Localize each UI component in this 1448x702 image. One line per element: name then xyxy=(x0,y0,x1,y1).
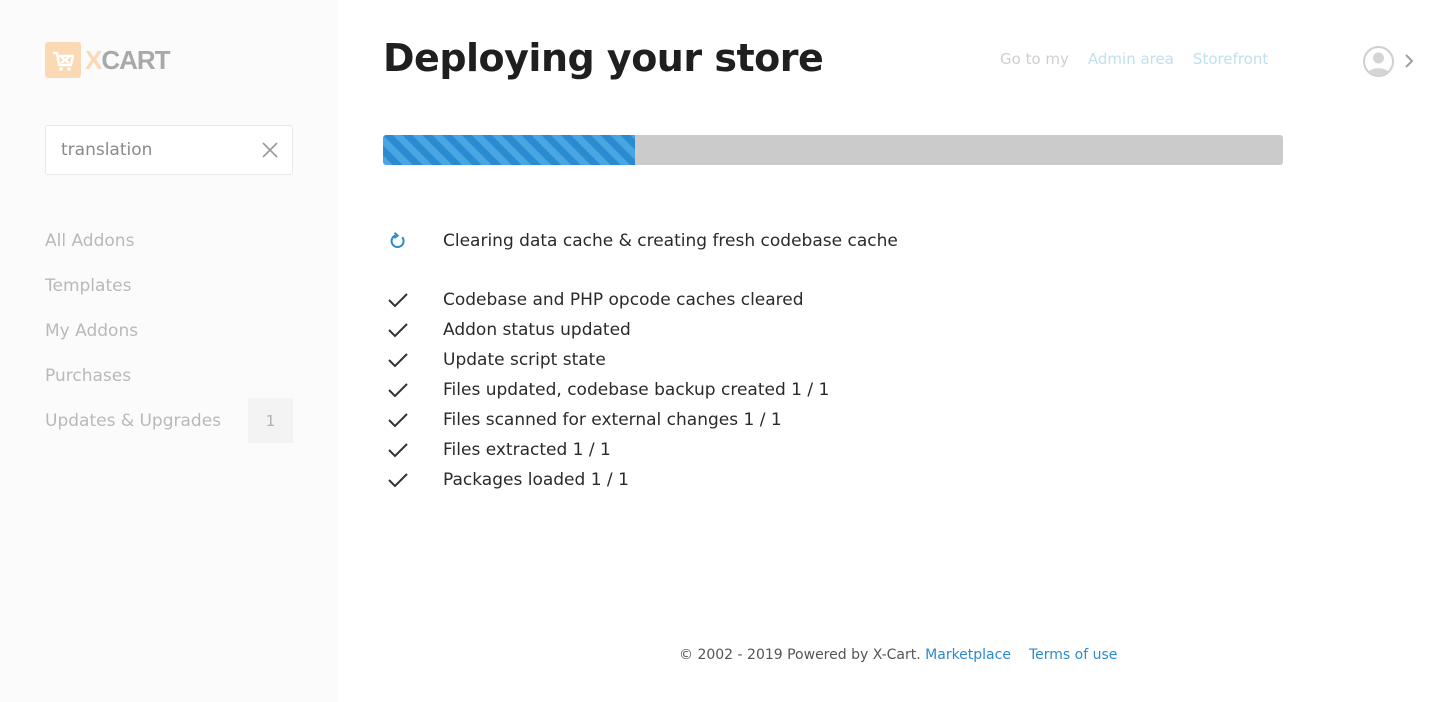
sidebar: XCART All Addons Templates My Addons Pur… xyxy=(0,0,338,702)
chevron-right-icon[interactable] xyxy=(1402,51,1416,71)
completed-step-text: Files extracted 1 / 1 xyxy=(443,440,611,460)
check-icon xyxy=(383,435,413,465)
search-input[interactable] xyxy=(46,126,252,174)
check-icon xyxy=(383,375,413,405)
marketplace-link[interactable]: Marketplace xyxy=(925,647,1011,663)
sidebar-item-label: All Addons xyxy=(45,230,135,251)
close-icon[interactable] xyxy=(260,140,280,160)
sidebar-item-purchases[interactable]: Purchases xyxy=(45,353,293,398)
completed-steps-list: Codebase and PHP opcode caches cleared A… xyxy=(383,285,829,495)
addon-search xyxy=(45,125,293,175)
logo-x: X xyxy=(85,45,102,75)
check-icon xyxy=(383,345,413,375)
completed-step-text: Update script state xyxy=(443,350,606,370)
current-step-text: Clearing data cache & creating fresh cod… xyxy=(443,231,898,251)
completed-step-text: Packages loaded 1 / 1 xyxy=(443,470,629,490)
refresh-icon xyxy=(383,226,413,256)
goto-label: Go to my xyxy=(1000,50,1069,68)
list-item: Packages loaded 1 / 1 xyxy=(383,465,829,495)
progress-fill xyxy=(383,135,635,165)
cart-logo-icon xyxy=(45,42,81,78)
completed-step-text: Files updated, codebase backup created 1… xyxy=(443,380,830,400)
check-icon xyxy=(383,315,413,345)
list-item: Files updated, codebase backup created 1… xyxy=(383,375,829,405)
deploy-progress-bar xyxy=(383,135,1283,165)
admin-area-link[interactable]: Admin area xyxy=(1088,50,1174,68)
sidebar-nav: All Addons Templates My Addons Purchases… xyxy=(45,218,293,443)
logo-wordmark: XCART xyxy=(85,42,171,78)
list-item: Files scanned for external changes 1 / 1 xyxy=(383,405,829,435)
completed-step-text: Codebase and PHP opcode caches cleared xyxy=(443,290,804,310)
current-step: Clearing data cache & creating fresh cod… xyxy=(383,226,898,256)
user-avatar-icon[interactable] xyxy=(1363,46,1394,77)
check-icon xyxy=(383,405,413,435)
check-icon xyxy=(383,465,413,495)
terms-of-use-link[interactable]: Terms of use xyxy=(1029,647,1117,663)
sidebar-item-label: Templates xyxy=(45,275,132,296)
sidebar-item-label: Purchases xyxy=(45,365,132,386)
sidebar-item-updates-upgrades[interactable]: Updates & Upgrades 1 xyxy=(45,398,293,443)
sidebar-item-label: My Addons xyxy=(45,320,139,341)
storefront-link[interactable]: Storefront xyxy=(1193,50,1268,68)
sidebar-item-all-addons[interactable]: All Addons xyxy=(45,218,293,263)
list-item: Addon status updated xyxy=(383,315,829,345)
main-content: Deploying your store Go to my Admin area… xyxy=(383,0,1448,702)
completed-step-text: Files scanned for external changes 1 / 1 xyxy=(443,410,782,430)
top-navigation: Go to my Admin area Storefront xyxy=(1000,50,1287,68)
sidebar-item-label: Updates & Upgrades xyxy=(45,410,222,431)
list-item: Codebase and PHP opcode caches cleared xyxy=(383,285,829,315)
completed-step-text: Addon status updated xyxy=(443,320,631,340)
footer: © 2002 - 2019 Powered by X-Cart. Marketp… xyxy=(679,647,1117,663)
logo-cart: CART xyxy=(101,45,170,75)
copyright-text: © 2002 - 2019 Powered by X-Cart. xyxy=(679,647,921,663)
list-item: Files extracted 1 / 1 xyxy=(383,435,829,465)
page-title: Deploying your store xyxy=(383,36,824,80)
sidebar-item-my-addons[interactable]: My Addons xyxy=(45,308,293,353)
sidebar-item-templates[interactable]: Templates xyxy=(45,263,293,308)
list-item: Update script state xyxy=(383,345,829,375)
check-icon xyxy=(383,285,413,315)
updates-count-badge: 1 xyxy=(248,398,293,443)
xcart-logo[interactable]: XCART xyxy=(45,42,171,78)
